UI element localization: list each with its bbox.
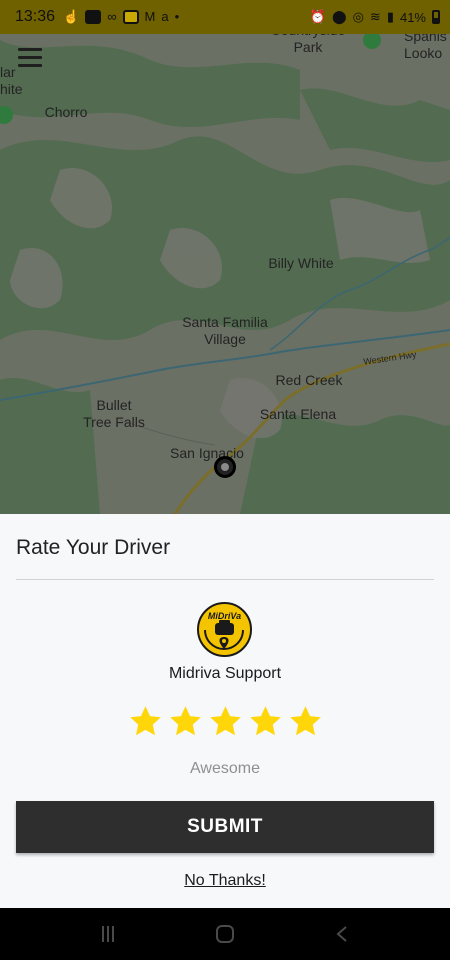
rating-text: Awesome (190, 760, 260, 777)
taxi-icon (204, 620, 244, 650)
map-label: Bullet Tree Falls (83, 397, 145, 430)
signal-icon: ▮ (386, 9, 394, 24)
voicemail-icon: ∞ (107, 9, 117, 24)
midriva-logo: MiDriVa (197, 602, 252, 657)
rate-driver-sheet: Rate Your Driver MiDriVa Midriva Support… (0, 514, 450, 908)
alarm-icon: ⏰ (309, 9, 326, 24)
star-icon[interactable] (128, 704, 163, 739)
location-icon: ⬤ (332, 9, 347, 24)
menu-icon[interactable] (18, 48, 44, 68)
status-bar: 13:36 ☝ ∞ M a • ⏰ ⬤ ◎ ≋ ▮ 41% (0, 0, 450, 34)
support-name: Midriva Support (168, 665, 282, 682)
dot-icon: • (174, 9, 180, 24)
app-icon (122, 10, 139, 24)
home-icon (215, 925, 234, 943)
star-icon[interactable] (288, 704, 323, 739)
recents-button[interactable] (88, 914, 128, 954)
star-icon[interactable] (208, 704, 243, 739)
map-label: Santa Elena (259, 406, 337, 422)
navigation-bar (0, 908, 450, 960)
map-view[interactable]: Countryside Park Spanis Looko lar hite C… (0, 0, 450, 514)
wifi-icon: ≋ (369, 9, 381, 24)
map-label: San Ignacio (170, 445, 244, 461)
mail-icon: M (144, 9, 156, 24)
hand-icon: ☝ (63, 9, 80, 24)
recents-icon (102, 926, 115, 942)
star-rating[interactable] (0, 704, 450, 739)
submit-button[interactable]: SUBMIT (16, 801, 434, 853)
sheet-title: Rate Your Driver (16, 536, 171, 559)
battery-percent: 41% (399, 9, 426, 25)
map-label: Billy White (268, 255, 334, 271)
star-icon[interactable] (168, 704, 203, 739)
back-button[interactable] (322, 914, 362, 954)
map-label: lar hite (0, 64, 23, 97)
back-icon (336, 926, 347, 942)
hotspot-icon: ◎ (352, 9, 364, 24)
status-time: 13:36 (15, 8, 56, 25)
home-button[interactable] (205, 914, 245, 954)
location-pin-icon (214, 456, 236, 478)
battery-icon (432, 10, 440, 24)
divider (16, 579, 434, 580)
map-label: Red Creek (275, 372, 343, 388)
map-terrain (0, 0, 450, 514)
app-icon (85, 10, 102, 24)
star-icon[interactable] (248, 704, 283, 739)
map-label: Santa Familia Village (182, 314, 268, 347)
no-thanks-link[interactable]: No Thanks! (0, 872, 450, 890)
map-label: Chorro (44, 104, 88, 120)
app-icon: a (161, 9, 169, 24)
